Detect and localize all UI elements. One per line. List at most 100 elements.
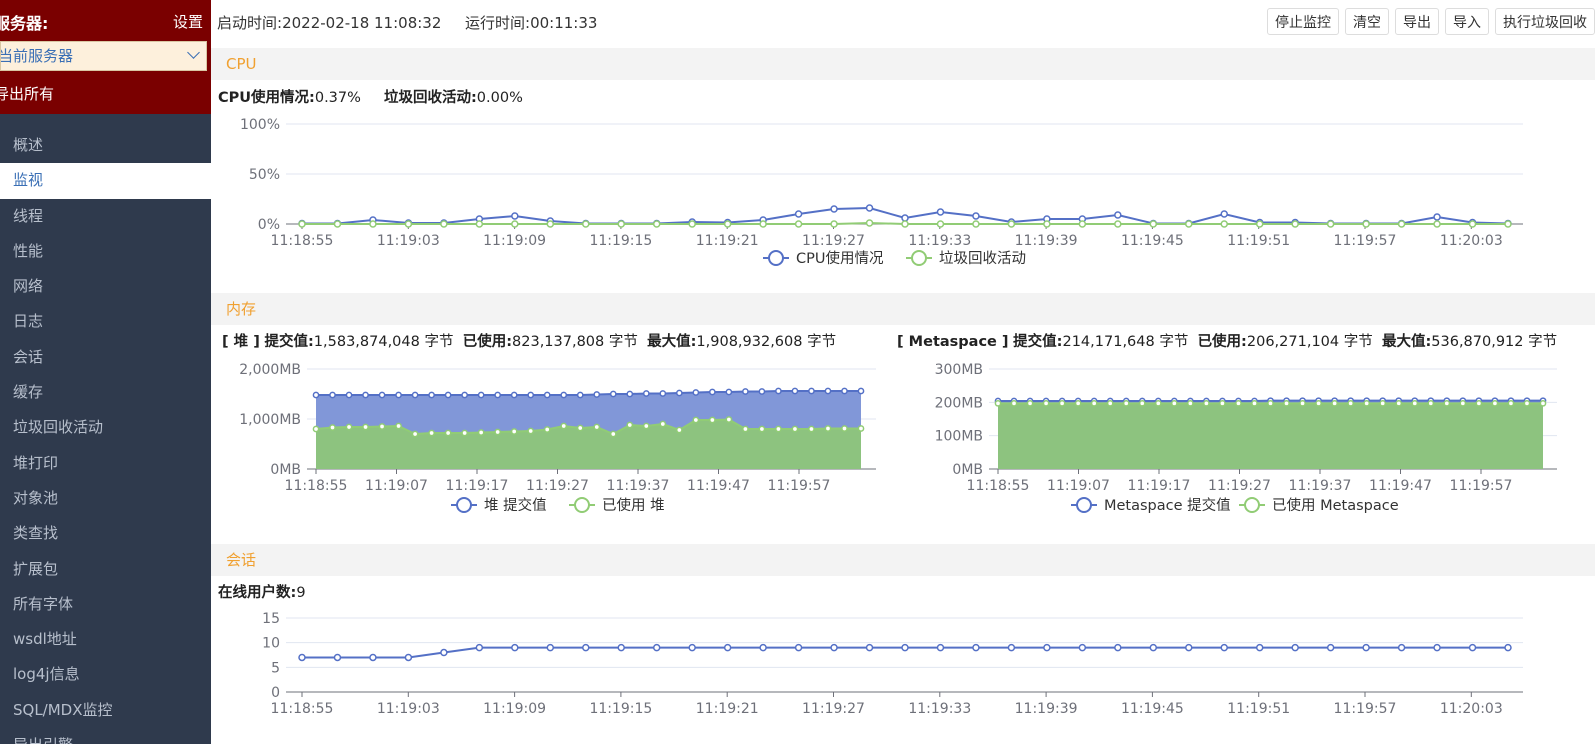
data-point — [1379, 399, 1387, 407]
data-point — [1114, 220, 1122, 228]
sidebar-header: 服务器: 设置 当前服务器 导出所有 — [0, 0, 211, 114]
data-point — [1255, 220, 1264, 228]
data-point — [1433, 643, 1441, 652]
data-point — [461, 391, 468, 399]
settings-link[interactable]: 设置 — [173, 11, 203, 32]
memory-section-title: 内存 — [211, 293, 1595, 325]
data-point — [1043, 220, 1051, 228]
data-point — [1468, 643, 1477, 652]
data-point — [626, 390, 634, 398]
data-point — [1433, 220, 1441, 228]
y-tick-label: 100MB — [935, 429, 983, 445]
data-point — [312, 425, 320, 433]
stop-monitor-button[interactable]: 停止监控 — [1267, 8, 1339, 35]
legend-marker — [768, 250, 784, 266]
export-button[interactable]: 导出 — [1395, 8, 1439, 35]
sidebar-item-sql-mdx[interactable]: SQL/MDX监控 — [0, 693, 211, 728]
run-gc-button[interactable]: 执行垃圾回收 — [1495, 8, 1595, 35]
sidebar-item-log4j[interactable]: log4j信息 — [0, 657, 211, 692]
x-tick-label: 11:19:17 — [446, 478, 509, 494]
sidebar-item-gc[interactable]: 垃圾回收活动 — [0, 410, 211, 445]
sidebar-item-sessions[interactable]: 会话 — [0, 340, 211, 375]
data-point — [1042, 399, 1050, 407]
x-tick-label: 11:19:09 — [483, 701, 546, 717]
data-point — [1090, 399, 1098, 407]
data-point — [477, 391, 485, 399]
x-tick-label: 11:19:27 — [1208, 478, 1271, 494]
data-point — [808, 425, 815, 433]
sidebar-item-export-engine[interactable]: 导出引擎 — [0, 728, 211, 744]
x-tick-label: 11:19:33 — [908, 701, 971, 717]
data-point — [345, 423, 353, 431]
data-point — [362, 391, 369, 399]
legend-label: Metaspace 提交值 — [1104, 496, 1231, 514]
data-point — [1504, 220, 1512, 228]
server-select-value: 当前服务器 — [0, 47, 74, 65]
data-point — [1397, 220, 1406, 228]
sidebar-item-fonts[interactable]: 所有字体 — [0, 587, 211, 622]
import-button[interactable]: 导入 — [1445, 8, 1489, 35]
data-point — [298, 653, 306, 662]
sidebar-item-logs[interactable]: 日志 — [0, 304, 211, 339]
data-point — [440, 220, 448, 228]
data-point — [440, 648, 448, 657]
legend-marker — [456, 497, 472, 513]
legend-label: 垃圾回收活动 — [939, 250, 1026, 267]
data-point — [675, 426, 683, 434]
clear-button[interactable]: 清空 — [1345, 8, 1389, 35]
data-point — [1433, 213, 1441, 221]
data-point — [936, 208, 945, 216]
data-point — [659, 420, 667, 428]
export-all-link[interactable]: 导出所有 — [0, 83, 54, 104]
server-select[interactable]: 当前服务器 — [0, 41, 207, 71]
sidebar-item-class-lookup[interactable]: 类查找 — [0, 516, 211, 551]
sidebar-item-object-pool[interactable]: 对象池 — [0, 481, 211, 516]
data-point — [369, 220, 377, 228]
data-point — [560, 391, 568, 399]
session-chart: 0 5 10 15 11:18:55 11:19:03 11:19:09 11:19:15 11… — [262, 611, 1523, 717]
data-point — [794, 643, 803, 652]
data-point — [1007, 220, 1016, 228]
data-point — [1504, 643, 1512, 652]
data-point — [1219, 399, 1226, 407]
data-point — [609, 430, 617, 438]
sidebar-item-performance[interactable]: 性能 — [0, 234, 211, 269]
legend-item: CPU使用情况 — [763, 250, 884, 267]
x-tick-label: 11:18:55 — [285, 478, 348, 494]
sidebar-item-heap-dump[interactable]: 堆打印 — [0, 446, 211, 481]
data-point — [1362, 643, 1370, 652]
data-point — [1074, 399, 1082, 407]
data-point — [511, 220, 519, 228]
data-point — [1331, 399, 1338, 407]
data-point — [1010, 399, 1018, 407]
sidebar-item-network[interactable]: 网络 — [0, 269, 211, 304]
legend-item: 垃圾回收活动 — [906, 250, 1026, 267]
sidebar-item-monitor[interactable]: 监视 — [0, 163, 211, 199]
metaspace-chart: 0MB 100MB 200MB 300MB 11:18:55 11:19:07 11:19:… — [935, 362, 1557, 514]
data-point — [1347, 399, 1354, 407]
sidebar-item-cache[interactable]: 缓存 — [0, 375, 211, 410]
x-tick-label: 11:20:03 — [1440, 701, 1503, 717]
data-point — [688, 643, 696, 652]
data-point — [692, 416, 700, 424]
data-point — [511, 643, 519, 652]
data-point — [830, 205, 838, 213]
sidebar-item-wsdl[interactable]: wsdl地址 — [0, 622, 211, 657]
sidebar-item-extensions[interactable]: 扩展包 — [0, 552, 211, 587]
data-point — [972, 212, 980, 220]
data-point — [1315, 399, 1322, 407]
data-point — [865, 643, 874, 652]
data-point — [1114, 643, 1122, 652]
data-point — [593, 423, 601, 431]
data-point — [576, 391, 584, 399]
data-point — [1326, 220, 1335, 228]
legend-label: 堆 提交值 — [484, 496, 547, 514]
sidebar-item-overview[interactable]: 概述 — [0, 128, 211, 163]
data-point — [1468, 220, 1477, 228]
sidebar-item-threads[interactable]: 线程 — [0, 199, 211, 234]
legend-marker — [574, 497, 590, 513]
data-point — [576, 424, 584, 432]
data-point — [1255, 643, 1264, 652]
data-point — [543, 391, 551, 399]
data-point — [369, 653, 377, 662]
